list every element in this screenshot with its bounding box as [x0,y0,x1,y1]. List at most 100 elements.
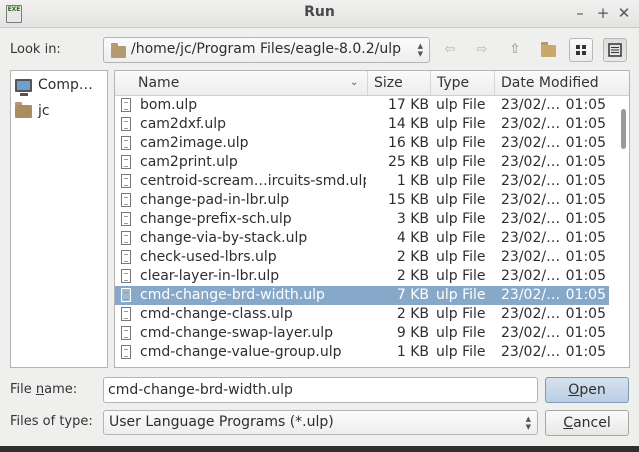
file-name-cell: cmd-change-swap-layer.ulp [140,325,334,341]
places-sidebar[interactable]: Comp… jc [10,70,108,368]
file-size-cell: 25 KB [387,154,429,170]
desktop-strip [0,446,639,452]
file-date-cell: 23/02/… [501,230,561,246]
file-icon [121,288,131,302]
file-list[interactable]: Name ⌄ Size Type Date Modified bom.ulp 17… [114,70,630,368]
title-bar[interactable]: EXE Run – + ✕ [0,0,639,28]
table-row[interactable]: cam2dxf.ulp 14 KB ulp File 23/02/… 01:05 [115,115,609,134]
file-name-cell: change-prefix-sch.ulp [140,211,292,227]
file-date-cell: 23/02/… [501,211,561,227]
file-icon [121,345,131,359]
sidebar-item-jc[interactable]: jc [15,100,50,122]
column-date-modified[interactable]: Date Modified [495,71,609,95]
files-of-type-value: User Language Programs (*.ulp) [109,414,334,430]
file-size-cell: 2 KB [396,268,429,284]
file-icon [121,174,131,188]
file-time-cell: 01:05 [565,287,606,303]
file-icon [121,231,131,245]
file-date-cell: 23/02/… [501,287,561,303]
sidebar-item-computer[interactable]: Comp… [15,74,93,96]
file-time-cell: 01:05 [565,97,606,113]
scrollbar-thumb[interactable] [621,109,626,149]
back-icon[interactable]: ⇦ [438,38,462,62]
file-size-cell: 7 KB [396,287,429,303]
file-name-input[interactable]: cmd-change-brd-width.ulp [103,377,538,403]
table-row[interactable]: cmd-change-swap-layer.ulp 9 KB ulp File 23/… [115,324,609,343]
close-icon[interactable]: ✕ [614,3,634,23]
file-icon [121,193,131,207]
table-row[interactable]: cam2image.ulp 16 KB ulp File 23/02/… 01:05 [115,134,609,153]
cancel-button[interactable]: Cancel [545,410,629,436]
file-icon [121,250,131,264]
table-row[interactable]: change-via-by-stack.ulp 4 KB ulp File 23/02… [115,229,609,248]
file-name-cell: change-via-by-stack.ulp [140,230,308,246]
file-time-cell: 01:05 [565,249,606,265]
table-row[interactable]: cmd-change-brd-width.ulp 7 KB ulp File 23/0… [115,286,609,305]
file-time-cell: 01:05 [565,306,606,322]
list-view-button[interactable] [569,38,593,62]
file-size-cell: 15 KB [387,192,429,208]
file-date-cell: 23/02/… [501,97,561,113]
column-size[interactable]: Size [368,71,431,95]
file-name-cell: cam2image.ulp [140,135,249,151]
file-icon [121,326,131,340]
file-date-cell: 23/02/… [501,173,561,189]
computer-icon [15,79,32,96]
file-time-cell: 01:05 [565,230,606,246]
table-row[interactable]: centroid-scream…ircuits-smd.ulp 1 KB ulp F… [115,172,609,191]
table-row[interactable]: clear-layer-in-lbr.ulp 2 KB ulp File 23/02/… [115,267,609,286]
up-folder-icon[interactable]: ⇧ [503,38,527,62]
file-size-cell: 2 KB [396,306,429,322]
new-folder-button[interactable] [536,38,560,62]
file-type-cell: ulp File [436,287,486,303]
file-name-cell: centroid-scream…ircuits-smd.ulp [140,173,366,189]
look-in-label: Look in: [10,42,61,57]
sidebar-item-label: jc [38,103,50,119]
sidebar-item-label: Comp… [38,77,93,93]
file-size-cell: 1 KB [396,173,429,189]
file-name-cell: change-pad-in-lbr.ulp [140,192,290,208]
file-size-cell: 4 KB [396,230,429,246]
files-of-type-select[interactable]: User Language Programs (*.ulp) ▲ ▼ [103,410,538,435]
file-type-cell: ulp File [436,230,486,246]
file-type-cell: ulp File [436,116,486,132]
look-in-path: /home/jc/Program Files/eagle-8.0.2/ulp [131,41,402,57]
file-size-cell: 17 KB [387,97,429,113]
minimize-icon[interactable]: – [570,3,590,23]
look-in-combo[interactable]: /home/jc/Program Files/eagle-8.0.2/ulp ▲… [103,37,430,63]
file-type-cell: ulp File [436,135,486,151]
file-name-cell: cmd-change-value-group.ulp [140,344,342,360]
maximize-icon[interactable]: + [593,3,613,23]
file-type-cell: ulp File [436,344,486,360]
forward-icon[interactable]: ⇨ [470,38,494,62]
column-name[interactable]: Name [132,71,368,95]
updown-arrows-icon: ▲ ▼ [417,42,423,58]
file-size-cell: 16 KB [387,135,429,151]
details-view-button[interactable] [603,38,627,62]
file-icon [121,117,131,131]
open-button[interactable]: Open [545,377,629,403]
file-type-cell: ulp File [436,192,486,208]
file-name-cell: cam2print.ulp [140,154,238,170]
file-name-cell: cam2dxf.ulp [140,116,227,132]
file-name-cell: bom.ulp [140,97,198,113]
window-title: Run [304,4,335,20]
table-row[interactable]: cmd-change-value-group.ulp 1 KB ulp File 23… [115,343,609,362]
table-row[interactable]: change-pad-in-lbr.ulp 15 KB ulp File 23/02/… [115,191,609,210]
file-date-cell: 23/02/… [501,135,561,151]
table-row[interactable]: change-prefix-sch.ulp 3 KB ulp File 23/02/…… [115,210,609,229]
table-row[interactable]: cam2print.ulp 25 KB ulp File 23/02/… 01:05 [115,153,609,172]
file-icon [121,212,131,226]
table-row[interactable]: cmd-change-class.ulp 2 KB ulp File 23/02/… 0… [115,305,609,324]
file-name-label: File name: [10,382,78,397]
vertical-scrollbar[interactable] [621,99,627,365]
column-type[interactable]: Type [431,71,495,95]
table-row[interactable]: check-used-lbrs.ulp 2 KB ulp File 23/02/… 01… [115,248,609,267]
file-name-cell: cmd-change-brd-width.ulp [140,287,325,303]
column-header: Name ⌄ Size Type Date Modified [115,71,629,96]
file-type-cell: ulp File [436,268,486,284]
table-row[interactable]: bom.ulp 17 KB ulp File 23/02/… 01:05 [115,96,609,115]
file-type-cell: ulp File [436,211,486,227]
file-icon [121,98,131,112]
file-size-cell: 1 KB [396,344,429,360]
